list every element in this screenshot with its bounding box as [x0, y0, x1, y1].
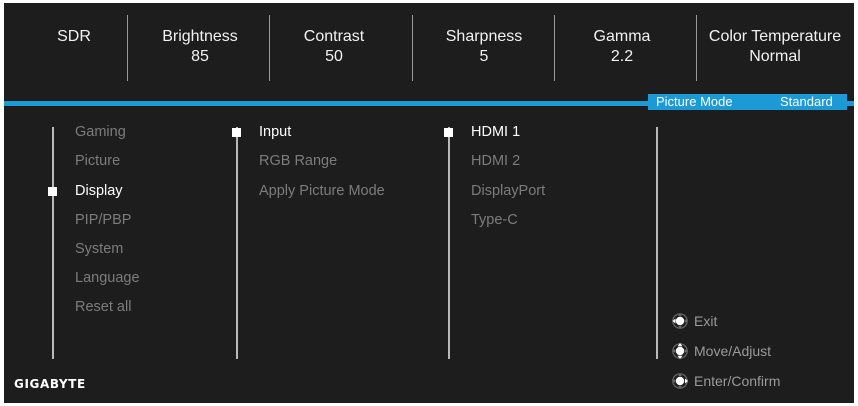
color-temperature-label: Color Temperature: [708, 28, 842, 45]
contrast-label: Contrast: [303, 28, 365, 45]
picture-mode-label: Picture Mode: [656, 94, 733, 109]
column-line: [656, 127, 658, 359]
gamma-label: Gamma: [593, 28, 651, 45]
menu-item-system[interactable]: System: [75, 240, 123, 258]
gamma-status: Gamma 2.2: [552, 27, 692, 67]
menu-item-pip-pbp[interactable]: PIP/PBP: [75, 211, 131, 229]
joystick-updown-icon: [672, 343, 688, 359]
submenu-item-input[interactable]: Input: [259, 123, 291, 141]
sdr-label: SDR: [57, 28, 91, 45]
status-bar: SDR Brightness 85 Contrast 50 Sharpness …: [4, 3, 854, 99]
sharpness-status: Sharpness 5: [414, 27, 554, 67]
selection-marker: [48, 187, 57, 196]
selection-marker: [444, 128, 453, 137]
picture-mode-value: Standard: [780, 94, 833, 109]
menu-item-display[interactable]: Display: [75, 182, 123, 200]
column-line: [448, 127, 450, 359]
osd-menu: SDR Brightness 85 Contrast 50 Sharpness …: [4, 3, 854, 403]
sdr-indicator: SDR: [4, 27, 144, 47]
joystick-left-icon: [672, 313, 688, 329]
brightness-status: Brightness 85: [130, 27, 270, 67]
divider: [696, 15, 697, 81]
joystick-right-icon: [672, 373, 688, 389]
option-hdmi-2[interactable]: HDMI 2: [471, 152, 520, 170]
column-line: [52, 127, 54, 359]
gigabyte-logo: GIGABYTE: [14, 377, 86, 391]
sharpness-label: Sharpness: [445, 28, 523, 45]
brightness-value: 85: [191, 48, 209, 65]
picture-mode-tab: Picture Mode Standard: [648, 94, 847, 110]
option-displayport[interactable]: DisplayPort: [471, 182, 545, 200]
column-line: [236, 127, 238, 359]
menu-item-language[interactable]: Language: [75, 269, 140, 287]
hint-enter-confirm-label: Enter/Confirm: [694, 373, 781, 389]
divider: [412, 15, 413, 81]
color-temperature-value: Normal: [749, 48, 801, 65]
hint-exit-label: Exit: [694, 313, 718, 329]
brightness-label: Brightness: [162, 28, 238, 45]
option-type-c[interactable]: Type-C: [471, 211, 518, 229]
sharpness-value: 5: [479, 48, 489, 65]
contrast-value: 50: [325, 48, 343, 65]
hint-move-adjust-label: Move/Adjust: [694, 343, 772, 359]
contrast-status: Contrast 50: [264, 27, 404, 67]
menu-item-gaming[interactable]: Gaming: [75, 123, 126, 141]
divider: [127, 15, 128, 81]
menu-item-reset-all[interactable]: Reset all: [75, 298, 131, 316]
submenu-item-apply-picture-mode[interactable]: Apply Picture Mode: [259, 182, 385, 200]
menu-item-picture[interactable]: Picture: [75, 152, 120, 170]
color-temperature-status: Color Temperature Normal: [700, 27, 850, 67]
gamma-value: 2.2: [610, 48, 634, 65]
submenu-item-rgb-range[interactable]: RGB Range: [259, 152, 337, 170]
option-hdmi-1[interactable]: HDMI 1: [471, 123, 520, 141]
selection-marker: [232, 128, 241, 137]
